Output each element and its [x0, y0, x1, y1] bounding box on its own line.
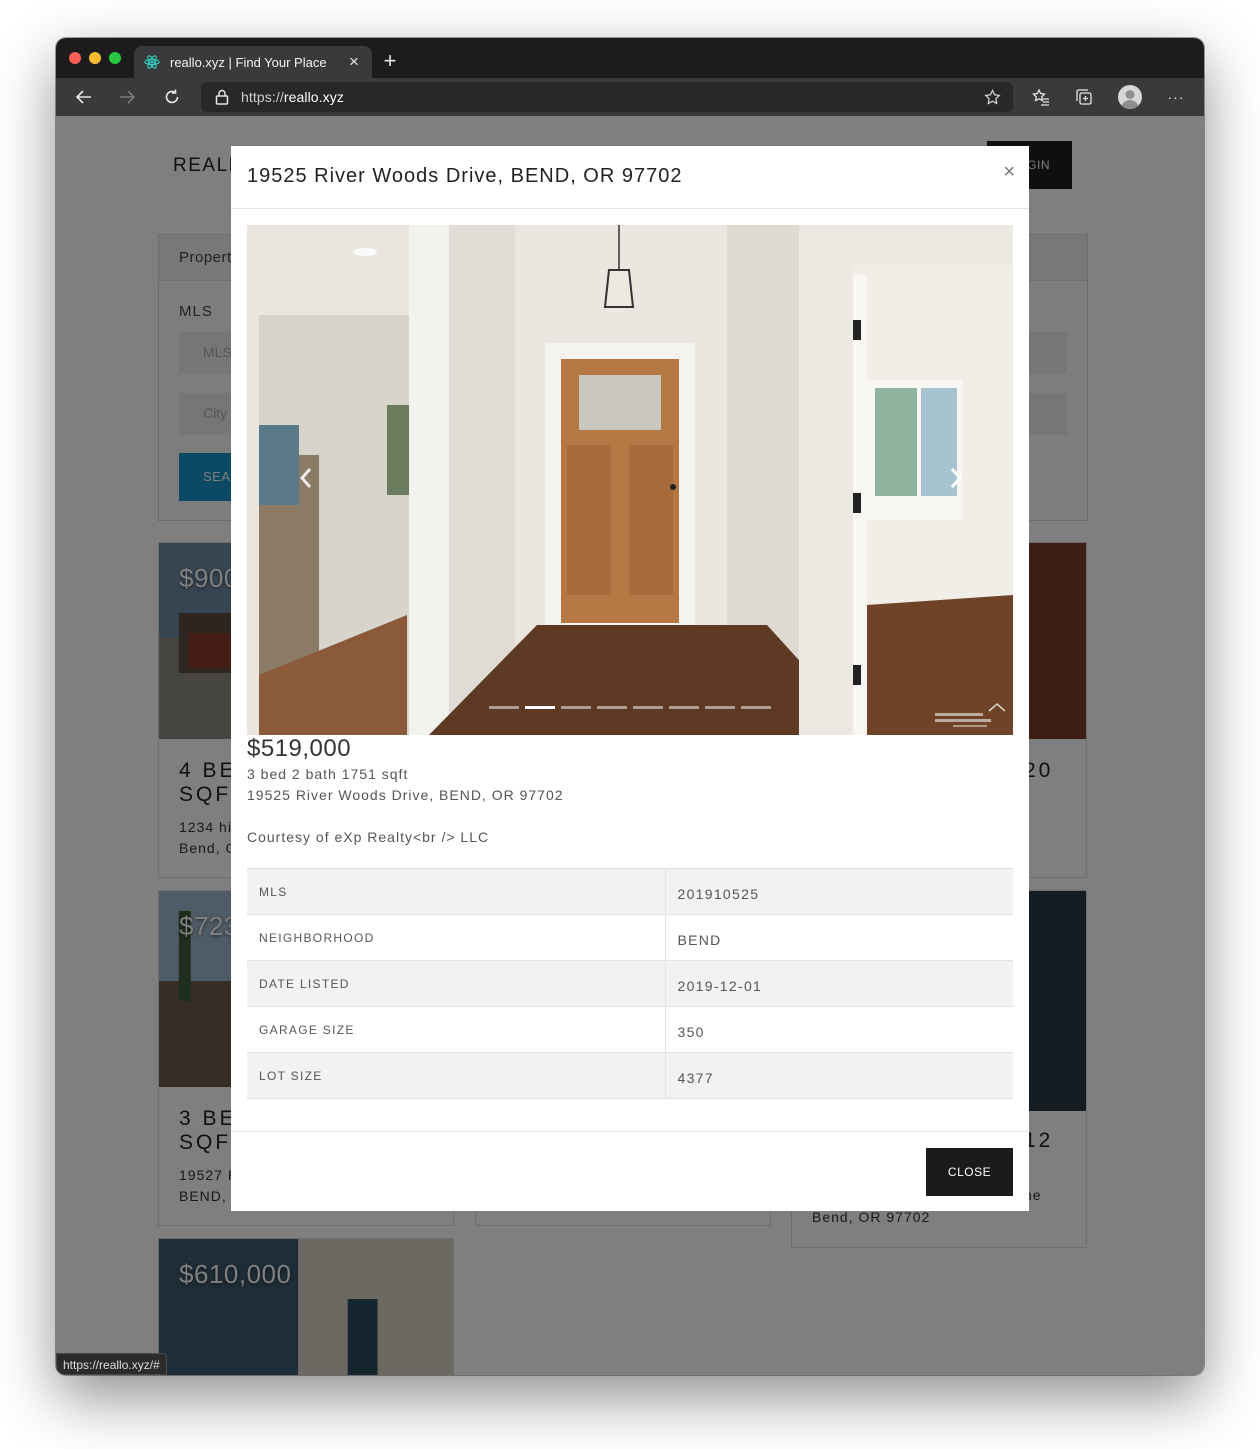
- detail-value: 4377: [665, 1052, 1013, 1099]
- detail-value: 201910525: [665, 868, 1013, 915]
- modal-footer: CLOSE: [231, 1131, 1029, 1211]
- status-bar-url: https://reallo.xyz/#: [56, 1353, 167, 1375]
- tab-title: reallo.xyz | Find Your Place: [170, 54, 327, 70]
- carousel-indicators: [489, 706, 771, 709]
- user-icon: [1121, 90, 1139, 109]
- listing-details-table: MLS 201910525 NEIGHBORHOOD BEND DATE LIS…: [247, 868, 1013, 1099]
- modal-title: 19525 River Woods Drive, BEND, OR 97702: [247, 165, 683, 187]
- close-button[interactable]: CLOSE: [926, 1148, 1013, 1196]
- new-tab-button[interactable]: +: [380, 50, 400, 72]
- table-row: LOT SIZE 4377: [247, 1052, 1013, 1099]
- address-bar[interactable]: https://reallo.xyz: [201, 82, 1013, 112]
- url-text: https://reallo.xyz: [241, 89, 344, 105]
- realtor-watermark-logo: [935, 703, 1006, 727]
- detail-label: LOT SIZE: [247, 1052, 666, 1099]
- page-viewport: REALLO LOGIN Property Search MLS MLS Cit…: [56, 116, 1204, 1375]
- carousel-indicator[interactable]: [633, 706, 663, 709]
- detail-value: 2019-12-01: [665, 960, 1013, 1007]
- carousel-indicator[interactable]: [669, 706, 699, 709]
- tab-bar: reallo.xyz | Find Your Place × +: [56, 38, 1204, 78]
- carousel-next-button[interactable]: [941, 463, 971, 493]
- browser-window: reallo.xyz | Find Your Place × + https:/…: [56, 38, 1204, 1375]
- detail-label: DATE LISTED: [247, 960, 666, 1007]
- table-row: GARAGE SIZE 350: [247, 1006, 1013, 1053]
- listing-summary: 3 bed 2 bath 1751 sqft: [247, 766, 409, 782]
- listing-address: 19525 River Woods Drive, BEND, OR 97702: [247, 787, 564, 803]
- table-row: MLS 201910525: [247, 868, 1013, 915]
- zoom-window-button[interactable]: [109, 52, 121, 64]
- carousel-indicator[interactable]: [489, 706, 519, 709]
- favorites-star-icon: [1032, 88, 1049, 106]
- react-logo-icon: [144, 55, 160, 69]
- carousel-indicator[interactable]: [741, 706, 771, 709]
- star-icon[interactable]: [984, 89, 1001, 106]
- browser-tab[interactable]: reallo.xyz | Find Your Place ×: [134, 46, 372, 78]
- close-window-button[interactable]: [69, 52, 81, 64]
- url-host: reallo.xyz: [283, 89, 344, 105]
- more-menu-button[interactable]: ···: [1166, 87, 1186, 107]
- listing-price: $519,000: [247, 735, 352, 762]
- collections-button[interactable]: [1074, 87, 1094, 107]
- arrow-left-icon: [75, 90, 91, 104]
- photo-carousel[interactable]: [247, 225, 1013, 735]
- tab-close-icon[interactable]: ×: [346, 53, 362, 70]
- carousel-indicator[interactable]: [561, 706, 591, 709]
- detail-label: NEIGHBORHOOD: [247, 914, 666, 961]
- modal-close-icon[interactable]: ×: [1003, 162, 1015, 182]
- chevron-right-icon: [950, 468, 963, 488]
- back-button[interactable]: [74, 87, 94, 107]
- chevron-left-icon: [299, 468, 312, 488]
- detail-label: GARAGE SIZE: [247, 1006, 666, 1053]
- table-row: NEIGHBORHOOD BEND: [247, 914, 1013, 961]
- carousel-indicator[interactable]: [705, 706, 735, 709]
- carousel-slide-photo: [247, 225, 1013, 735]
- carousel-indicator-active[interactable]: [525, 706, 555, 709]
- modal-header: 19525 River Woods Drive, BEND, OR 97702 …: [231, 146, 1029, 209]
- collections-icon: [1076, 89, 1092, 105]
- listing-modal: 19525 River Woods Drive, BEND, OR 97702 …: [231, 146, 1029, 1211]
- url-scheme: https://: [241, 89, 284, 105]
- detail-value: BEND: [665, 914, 1013, 961]
- listing-courtesy: Courtesy of eXp Realty<br /> LLC: [247, 829, 490, 845]
- minimize-window-button[interactable]: [89, 52, 101, 64]
- forward-button[interactable]: [117, 87, 137, 107]
- reload-button[interactable]: [162, 87, 182, 107]
- arrow-right-icon: [120, 90, 136, 104]
- browser-toolbar: https://reallo.xyz ···: [56, 78, 1204, 116]
- profile-avatar[interactable]: [1118, 85, 1142, 109]
- lock-icon: [215, 89, 229, 105]
- detail-value: 350: [665, 1006, 1013, 1053]
- favorites-button[interactable]: [1031, 87, 1051, 107]
- carousel-indicator[interactable]: [597, 706, 627, 709]
- reload-icon: [165, 89, 179, 104]
- table-row: DATE LISTED 2019-12-01: [247, 960, 1013, 1007]
- detail-label: MLS: [247, 868, 666, 915]
- carousel-prev-button[interactable]: [291, 463, 321, 493]
